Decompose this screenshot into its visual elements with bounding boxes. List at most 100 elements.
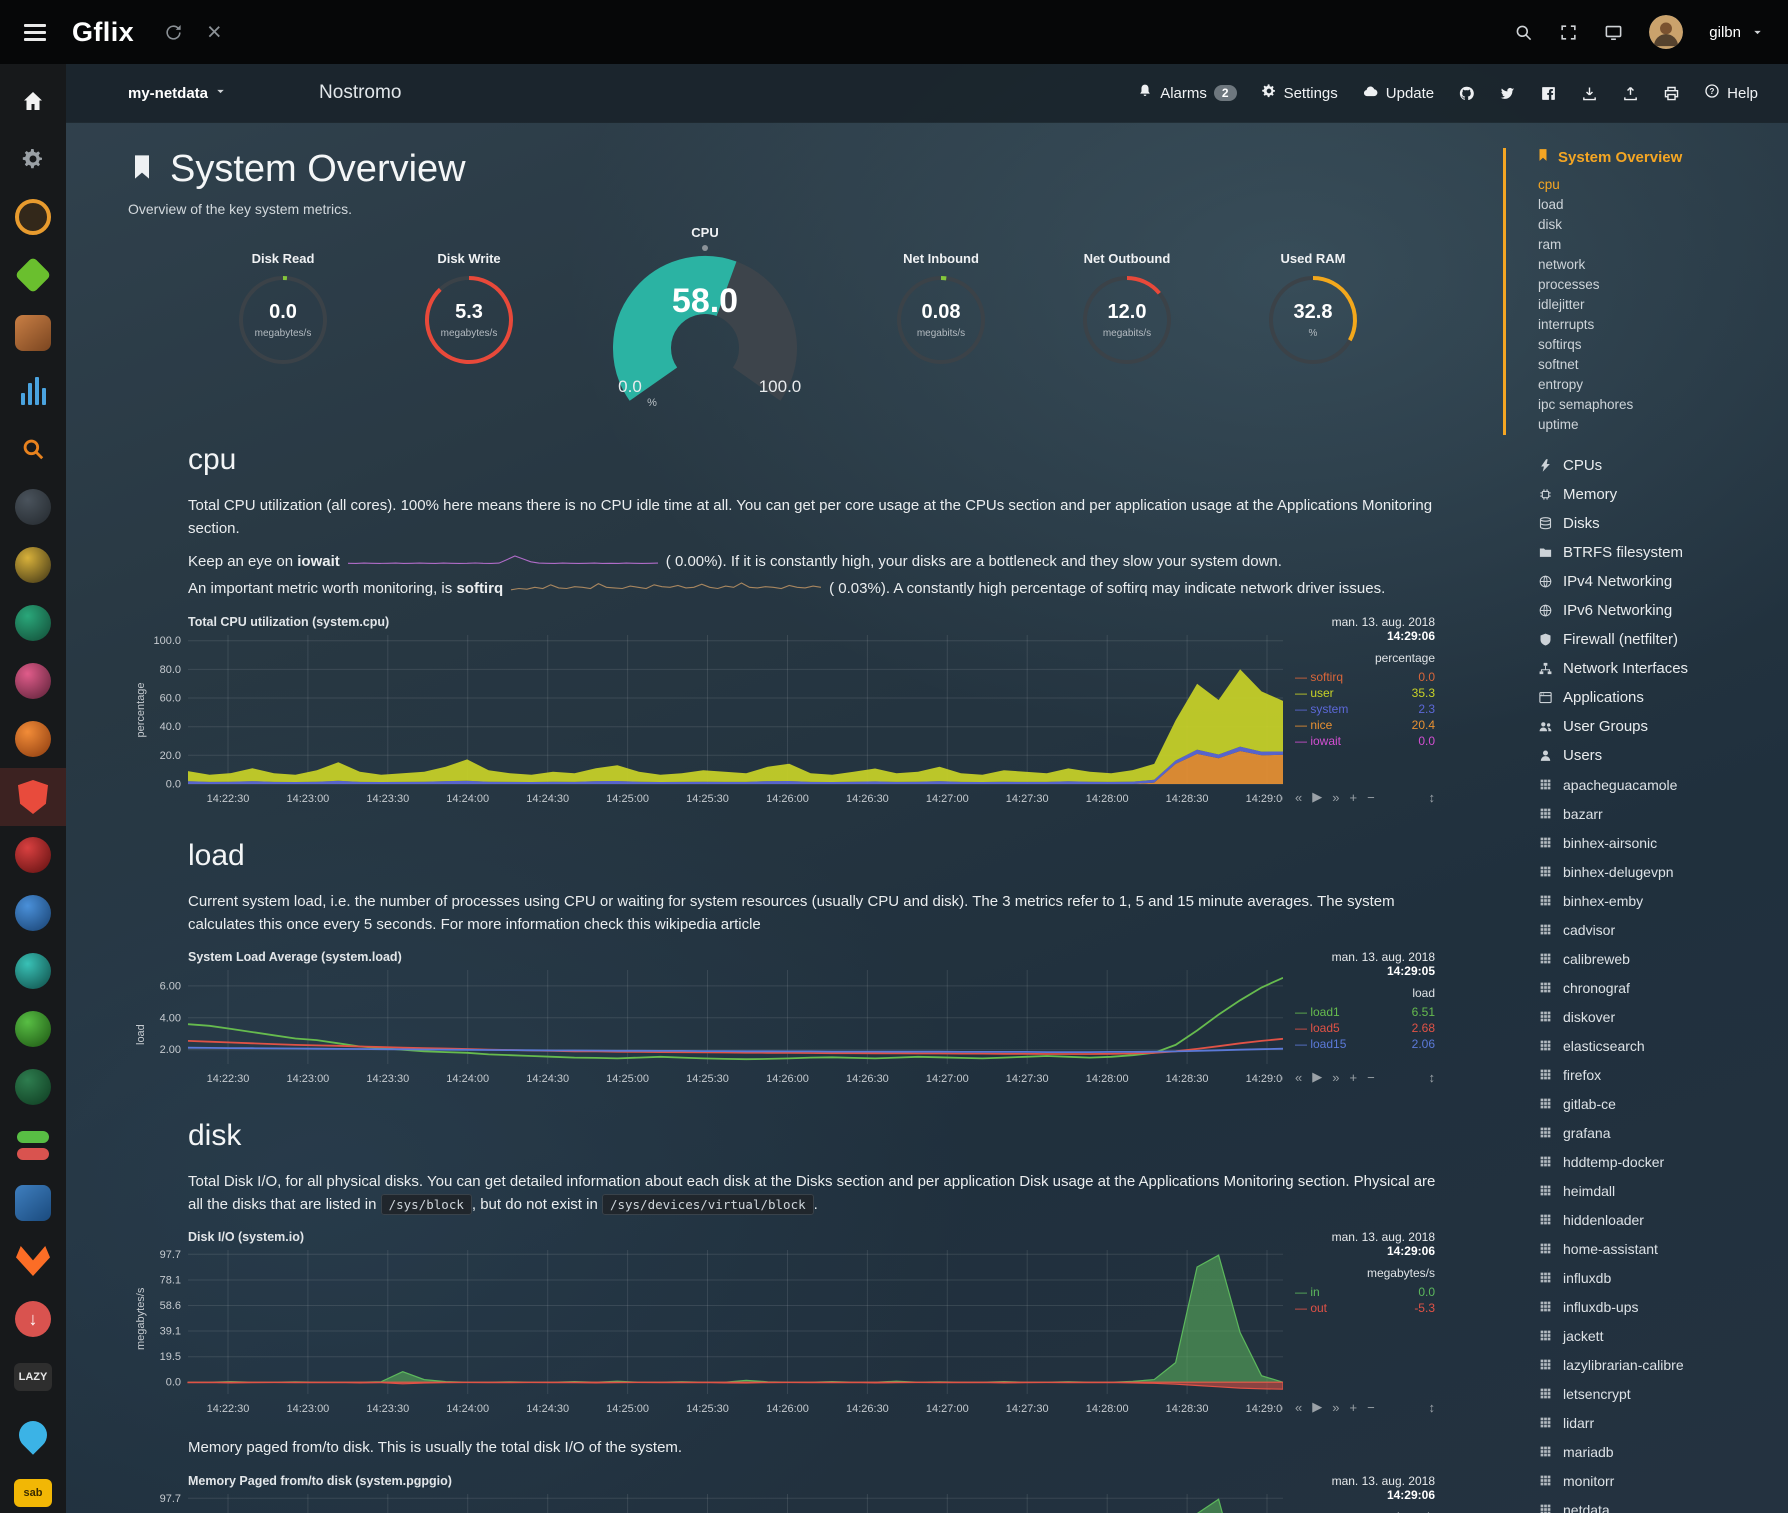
play-icon[interactable]: ▶ <box>1312 1069 1322 1085</box>
menu-app-firefox[interactable]: firefox <box>1536 1060 1788 1089</box>
menu-app-binhex-emby[interactable]: binhex-emby <box>1536 886 1788 915</box>
menu-section-network-interfaces[interactable]: Network Interfaces <box>1536 654 1788 683</box>
cpus-section-link[interactable]: CPUs <box>965 497 1004 514</box>
menu-app-binhex-airsonic[interactable]: binhex-airsonic <box>1536 828 1788 857</box>
pan-forward-icon[interactable]: » <box>1332 1070 1339 1085</box>
app-shortcut-2[interactable] <box>0 246 66 304</box>
menu-subitem-load[interactable]: load <box>1538 195 1788 215</box>
legend-item-user[interactable]: — user35.3 <box>1295 685 1435 701</box>
menu-subitem-interrupts[interactable]: interrupts <box>1538 315 1788 335</box>
gauge-net-out[interactable]: Net Outbound12.0megabits/s <box>1062 251 1192 366</box>
menu-app-netdata[interactable]: netdata <box>1536 1495 1788 1513</box>
play-icon[interactable]: ▶ <box>1312 1399 1322 1415</box>
menu-app-lidarr[interactable]: lidarr <box>1536 1408 1788 1437</box>
brand-title[interactable]: Gflix <box>72 17 134 48</box>
menu-subitem-ipc-semaphores[interactable]: ipc semaphores <box>1538 395 1788 415</box>
zoom-in-icon[interactable]: + <box>1349 1400 1357 1415</box>
menu-subitem-idlejitter[interactable]: idlejitter <box>1538 295 1788 315</box>
user-menu-caret-icon[interactable] <box>1751 26 1764 39</box>
menu-subitem-network[interactable]: network <box>1538 255 1788 275</box>
menu-subitem-disk[interactable]: disk <box>1538 215 1788 235</box>
menu-app-influxdb-ups[interactable]: influxdb-ups <box>1536 1292 1788 1321</box>
menu-app-cadvisor[interactable]: cadvisor <box>1536 915 1788 944</box>
menu-toggle-icon[interactable] <box>24 24 46 41</box>
menu-app-lazylibrarian-calibre[interactable]: lazylibrarian-calibre <box>1536 1350 1788 1379</box>
app-shortcut-3[interactable] <box>0 304 66 362</box>
menu-app-diskover[interactable]: diskover <box>1536 1002 1788 1031</box>
chart-canvas[interactable]: 14:22:3014:23:0014:23:3014:24:0014:24:30… <box>133 1247 1283 1419</box>
menu-section-ipv4-networking[interactable]: IPv4 Networking <box>1536 567 1788 596</box>
menu-subitem-ram[interactable]: ram <box>1538 235 1788 255</box>
app-shortcut-12[interactable] <box>0 826 66 884</box>
legend-item-iowait[interactable]: — iowait0.0 <box>1295 733 1435 749</box>
menu-section-firewall-netfilter-[interactable]: Firewall (netfilter) <box>1536 625 1788 654</box>
menu-app-chronograf[interactable]: chronograf <box>1536 973 1788 1002</box>
pan-forward-icon[interactable]: » <box>1332 790 1339 805</box>
home-shortcut[interactable] <box>0 72 66 130</box>
chart-canvas[interactable]: 14:22:3014:23:0014:23:3014:24:0014:24:30… <box>133 632 1283 809</box>
menu-app-gitlab-ce[interactable]: gitlab-ce <box>1536 1089 1788 1118</box>
app-shortcut-21[interactable]: LAZY <box>0 1348 66 1406</box>
section-heading-load[interactable]: load <box>188 839 1503 873</box>
chart-canvas[interactable]: 14:22:3014:23:0014:23:3014:24:0014:24:30… <box>133 967 1283 1089</box>
menu-app-heimdall[interactable]: heimdall <box>1536 1176 1788 1205</box>
github-icon[interactable] <box>1458 85 1475 102</box>
gauge-disk-write[interactable]: Disk Write5.3megabytes/s <box>404 251 534 366</box>
zoom-out-icon[interactable]: − <box>1367 1070 1375 1085</box>
menu-app-hddtemp-docker[interactable]: hddtemp-docker <box>1536 1147 1788 1176</box>
resize-handle-icon[interactable]: ↕ <box>1429 1400 1436 1415</box>
menu-section-memory[interactable]: Memory <box>1536 480 1788 509</box>
menu-app-apacheguacamole[interactable]: apacheguacamole <box>1536 770 1788 799</box>
section-heading-cpu[interactable]: cpu <box>188 443 1503 477</box>
softirq-sparkline[interactable] <box>511 577 821 601</box>
menu-app-bazarr[interactable]: bazarr <box>1536 799 1788 828</box>
menu-app-elasticsearch[interactable]: elasticsearch <box>1536 1031 1788 1060</box>
gauge-net-in[interactable]: Net Inbound0.08megabits/s <box>876 251 1006 366</box>
app-shortcut-1[interactable] <box>0 188 66 246</box>
menu-app-binhex-delugevpn[interactable]: binhex-delugevpn <box>1536 857 1788 886</box>
app-shortcut-16[interactable] <box>0 1058 66 1116</box>
host-dropdown[interactable]: my-netdata <box>128 85 227 102</box>
menu-app-calibreweb[interactable]: calibreweb <box>1536 944 1788 973</box>
menu-section-disks[interactable]: Disks <box>1536 509 1788 538</box>
menu-section-cpus[interactable]: CPUs <box>1536 451 1788 480</box>
legend-item-load1[interactable]: — load16.51 <box>1295 1004 1435 1020</box>
app-shortcut-20[interactable]: ↓ <box>0 1290 66 1348</box>
settings-button[interactable]: Settings <box>1261 83 1338 103</box>
legend-item-load5[interactable]: — load52.68 <box>1295 1020 1435 1036</box>
disks-section-link[interactable]: Disks <box>796 1173 833 1190</box>
facebook-icon[interactable] <box>1540 85 1557 102</box>
zoom-out-icon[interactable]: − <box>1367 790 1375 805</box>
app-shortcut-11[interactable] <box>0 768 66 826</box>
app-shortcut-8[interactable] <box>0 594 66 652</box>
pan-backward-icon[interactable]: « <box>1295 1070 1302 1085</box>
chart-canvas[interactable]: 14:22:3014:23:0014:23:3014:24:0014:24:30… <box>133 1491 1283 1513</box>
user-avatar[interactable] <box>1649 15 1683 49</box>
legend-item-out[interactable]: — out-5.3 <box>1295 1300 1435 1316</box>
refresh-tab-icon[interactable] <box>164 23 183 42</box>
app-shortcut-6[interactable] <box>0 478 66 536</box>
resize-handle-icon[interactable]: ↕ <box>1429 1070 1436 1085</box>
menu-subitem-softirqs[interactable]: softirqs <box>1538 335 1788 355</box>
menu-subitem-cpu[interactable]: cpu <box>1538 175 1788 195</box>
menu-subitem-uptime[interactable]: uptime <box>1538 415 1788 435</box>
menu-app-monitorr[interactable]: monitorr <box>1536 1466 1788 1495</box>
menu-subitem-softnet[interactable]: softnet <box>1538 355 1788 375</box>
iowait-sparkline[interactable] <box>348 550 658 574</box>
menu-app-letsencrypt[interactable]: letsencrypt <box>1536 1379 1788 1408</box>
app-shortcut-10[interactable] <box>0 710 66 768</box>
pan-forward-icon[interactable]: » <box>1332 1400 1339 1415</box>
app-shortcut-13[interactable] <box>0 884 66 942</box>
menu-section-users[interactable]: Users <box>1536 741 1788 770</box>
menu-subitem-entropy[interactable]: entropy <box>1538 375 1788 395</box>
legend-item-in[interactable]: — in0.0 <box>1295 1284 1435 1300</box>
search-icon[interactable] <box>1514 23 1533 42</box>
menu-app-home-assistant[interactable]: home-assistant <box>1536 1234 1788 1263</box>
close-tab-icon[interactable]: × <box>207 20 222 45</box>
legend-item-nice[interactable]: — nice20.4 <box>1295 717 1435 733</box>
menu-section-ipv6-networking[interactable]: IPv6 Networking <box>1536 596 1788 625</box>
pan-backward-icon[interactable]: « <box>1295 790 1302 805</box>
wikipedia-link[interactable]: wikipedia article <box>655 916 761 933</box>
settings-shortcut[interactable] <box>0 130 66 188</box>
resize-handle-icon[interactable]: ↕ <box>1429 790 1436 805</box>
